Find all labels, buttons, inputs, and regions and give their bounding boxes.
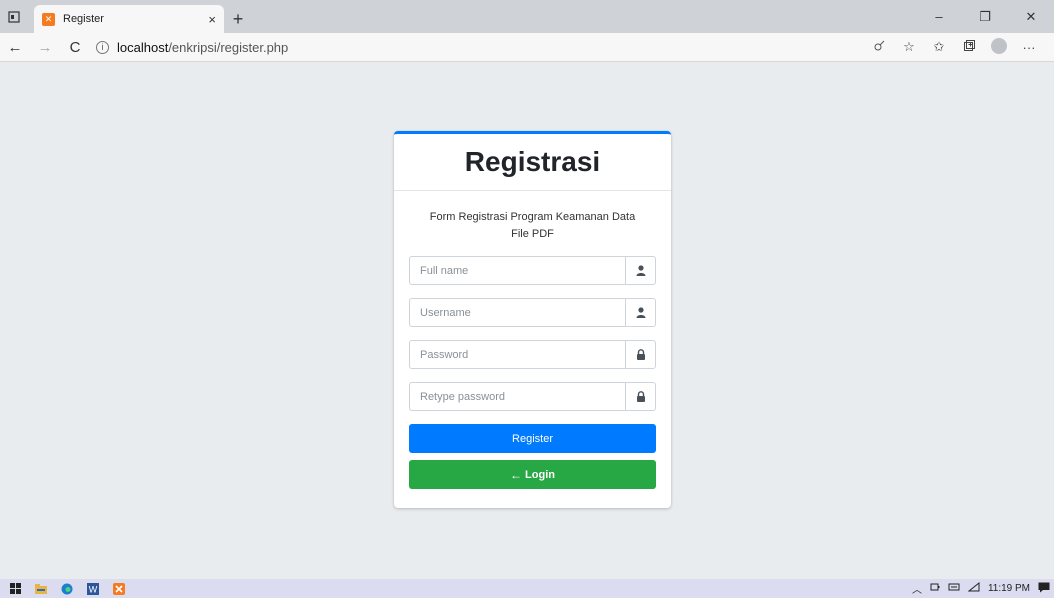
username-input[interactable] [409, 298, 625, 327]
favorites-list-icon[interactable]: ✩ [924, 39, 954, 55]
password-group [409, 340, 656, 369]
login-button[interactable]: ← Login [409, 460, 656, 489]
tab-close-icon[interactable]: × [208, 12, 216, 27]
minimize-button[interactable]: – [916, 9, 962, 24]
battery-icon[interactable] [930, 582, 940, 595]
register-card: Registrasi Form Registrasi Program Keama… [394, 131, 671, 508]
card-header: Registrasi [394, 134, 671, 191]
forward-button[interactable]: → [30, 39, 60, 56]
username-group [409, 298, 656, 327]
tab-actions-icon[interactable] [0, 0, 28, 33]
read-aloud-icon[interactable] [864, 40, 894, 55]
network-icon[interactable] [948, 582, 960, 595]
arrow-left-icon: ← [510, 467, 523, 482]
more-menu-button[interactable]: ··· [1014, 40, 1044, 55]
register-button[interactable]: Register [409, 424, 656, 453]
lock-icon [625, 340, 656, 369]
address-bar: ← → C i localhost /enkripsi/register.php… [0, 33, 1054, 62]
login-label: Login [525, 468, 555, 481]
user-icon [625, 298, 656, 327]
user-icon [625, 256, 656, 285]
xampp-icon[interactable] [108, 582, 130, 595]
fullname-input[interactable] [409, 256, 625, 285]
url-host: localhost [117, 39, 169, 55]
close-window-button[interactable]: ✕ [1008, 9, 1054, 25]
notifications-icon[interactable] [1038, 582, 1050, 596]
password-input[interactable] [409, 340, 625, 369]
back-button[interactable]: ← [0, 39, 30, 56]
word-icon-label: W [89, 584, 98, 594]
url-field[interactable]: i localhost /enkripsi/register.php [96, 35, 864, 59]
file-explorer-icon[interactable] [30, 583, 52, 594]
url-path: /enkripsi/register.php [168, 39, 289, 55]
system-tray: ︿ 11:19 PM [908, 581, 1054, 596]
tab-bar: ✕ Register × + – ❐ ✕ [0, 0, 1054, 33]
taskbar: W ︿ 11:19 PM [0, 579, 1054, 598]
windows-start-icon[interactable] [4, 583, 26, 594]
site-info-icon[interactable]: i [96, 40, 109, 54]
clock-time[interactable]: 11:19 PM [988, 583, 1030, 594]
tab-title: Register [63, 13, 104, 25]
maximize-button[interactable]: ❐ [962, 9, 1008, 25]
word-icon[interactable]: W [82, 582, 104, 595]
fullname-group [409, 256, 656, 285]
browser-tab[interactable]: ✕ Register × [34, 5, 224, 33]
retype-password-group [409, 382, 656, 411]
card-body: Form Registrasi Program Keamanan Data Fi… [394, 191, 671, 489]
wifi-icon[interactable] [967, 581, 980, 595]
page-body: Registrasi Form Registrasi Program Keama… [0, 62, 1054, 579]
refresh-button[interactable]: C [60, 39, 90, 56]
chevron-up-icon[interactable]: ︿ [912, 581, 922, 596]
retype-password-input[interactable] [409, 382, 625, 411]
xampp-favicon-icon: ✕ [42, 12, 55, 26]
edge-browser-icon[interactable] [56, 583, 78, 595]
form-message: Form Registrasi Program Keamanan Data Fi… [429, 211, 636, 240]
collections-icon[interactable] [954, 39, 984, 55]
page-title: Registrasi [464, 146, 601, 177]
new-tab-button[interactable]: + [224, 5, 252, 33]
profile-avatar-icon[interactable] [984, 37, 1014, 57]
favorite-star-icon[interactable]: ☆ [894, 39, 924, 55]
lock-icon [625, 382, 656, 411]
